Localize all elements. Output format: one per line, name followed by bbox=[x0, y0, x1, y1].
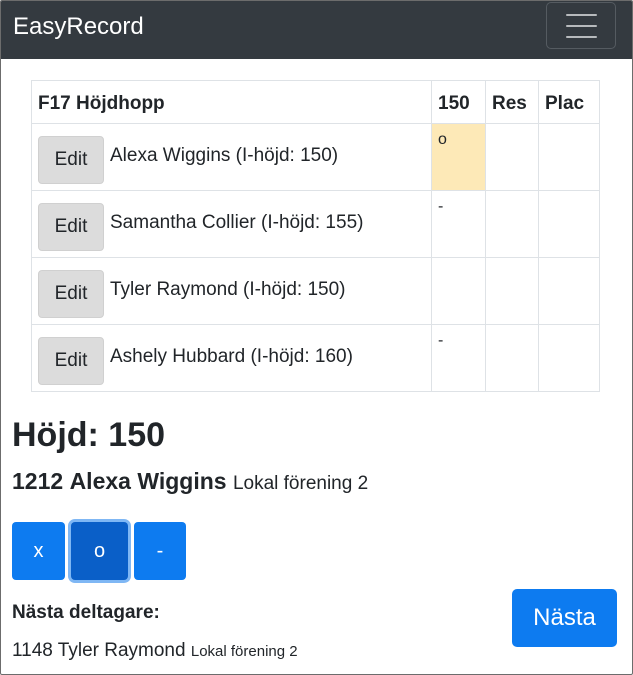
height-result-cell[interactable]: - bbox=[431, 190, 486, 258]
table-row: Edit Alexa Wiggins (I-höjd: 150) o bbox=[31, 123, 600, 191]
menu-toggle-button[interactable] bbox=[546, 2, 616, 49]
next-athlete-label: Nästa deltagare: bbox=[12, 602, 160, 623]
athlete-cell: Edit Samantha Collier (I-höjd: 155) bbox=[31, 190, 432, 258]
table-row: Edit Tyler Raymond (I-höjd: 150) bbox=[31, 257, 600, 325]
plac-column-header: Plac bbox=[538, 80, 600, 124]
success-attempt-button[interactable]: o bbox=[71, 522, 128, 580]
hamburger-icon-bar bbox=[566, 36, 597, 38]
attempt-mark bbox=[432, 258, 485, 266]
table-row: Edit Ashely Hubbard (I-höjd: 160) - bbox=[31, 324, 600, 392]
edit-button[interactable]: Edit bbox=[38, 203, 104, 251]
athlete-cell: Edit Alexa Wiggins (I-höjd: 150) bbox=[31, 123, 432, 191]
results-table: F17 Höjdhopp 150 Res Plac Edit Alexa Wig… bbox=[31, 80, 600, 392]
height-result-cell[interactable]: o bbox=[431, 123, 486, 191]
current-height-title: Höjd: 150 bbox=[12, 416, 166, 454]
table-row: Edit Samantha Collier (I-höjd: 155) - bbox=[31, 190, 600, 258]
athlete-cell: Edit Tyler Raymond (I-höjd: 150) bbox=[31, 257, 432, 325]
fail-attempt-button[interactable]: x bbox=[12, 522, 65, 580]
height-result-cell[interactable]: - bbox=[431, 324, 486, 392]
athlete-name: Tyler Raymond (I-höjd: 150) bbox=[110, 279, 346, 300]
navbar: EasyRecord bbox=[1, 1, 632, 59]
event-header: F17 Höjdhopp bbox=[31, 80, 432, 124]
hamburger-icon bbox=[566, 14, 597, 16]
edit-button[interactable]: Edit bbox=[38, 337, 104, 385]
current-athlete-name: Alexa Wiggins bbox=[69, 468, 227, 494]
res-column-header: Res bbox=[485, 80, 539, 124]
attempt-mark: o bbox=[438, 131, 447, 148]
app-frame: EasyRecord F17 Höjdhopp 150 Res Plac Edi… bbox=[0, 0, 633, 675]
table-header-row: F17 Höjdhopp 150 Res Plac bbox=[31, 80, 600, 124]
plac-cell bbox=[538, 123, 600, 191]
plac-cell bbox=[538, 257, 600, 325]
attempt-mark: - bbox=[438, 198, 444, 215]
current-athlete: 1212 Alexa Wiggins Lokal förening 2 bbox=[12, 467, 368, 498]
athlete-cell: Edit Ashely Hubbard (I-höjd: 160) bbox=[31, 324, 432, 392]
next-athlete-name: Tyler Raymond bbox=[57, 640, 186, 661]
height-result-cell[interactable] bbox=[431, 257, 486, 325]
res-cell bbox=[485, 324, 539, 392]
edit-button[interactable]: Edit bbox=[38, 136, 104, 184]
athlete-name: Samantha Collier (I-höjd: 155) bbox=[110, 212, 364, 233]
athlete-name: Alexa Wiggins (I-höjd: 150) bbox=[110, 145, 339, 166]
plac-cell bbox=[538, 324, 600, 392]
res-cell bbox=[485, 190, 539, 258]
plac-cell bbox=[538, 190, 600, 258]
hamburger-icon-bar bbox=[566, 25, 597, 27]
edit-button[interactable]: Edit bbox=[38, 270, 104, 318]
pass-attempt-button[interactable]: - bbox=[134, 522, 186, 580]
attempt-mark: - bbox=[438, 332, 444, 349]
res-cell bbox=[485, 123, 539, 191]
current-athlete-number: 1212 bbox=[12, 468, 64, 494]
next-button[interactable]: Nästa bbox=[512, 589, 617, 647]
next-athlete: 1148 Tyler Raymond Lokal förening 2 bbox=[12, 639, 298, 664]
next-athlete-club: Lokal förening 2 bbox=[190, 643, 298, 660]
athlete-name: Ashely Hubbard (I-höjd: 160) bbox=[110, 346, 353, 367]
current-athlete-club: Lokal förening 2 bbox=[232, 473, 369, 494]
next-athlete-number: 1148 bbox=[12, 640, 53, 661]
res-cell bbox=[485, 257, 539, 325]
brand-logo[interactable]: EasyRecord bbox=[13, 13, 144, 41]
height-column-header: 150 bbox=[431, 80, 486, 124]
